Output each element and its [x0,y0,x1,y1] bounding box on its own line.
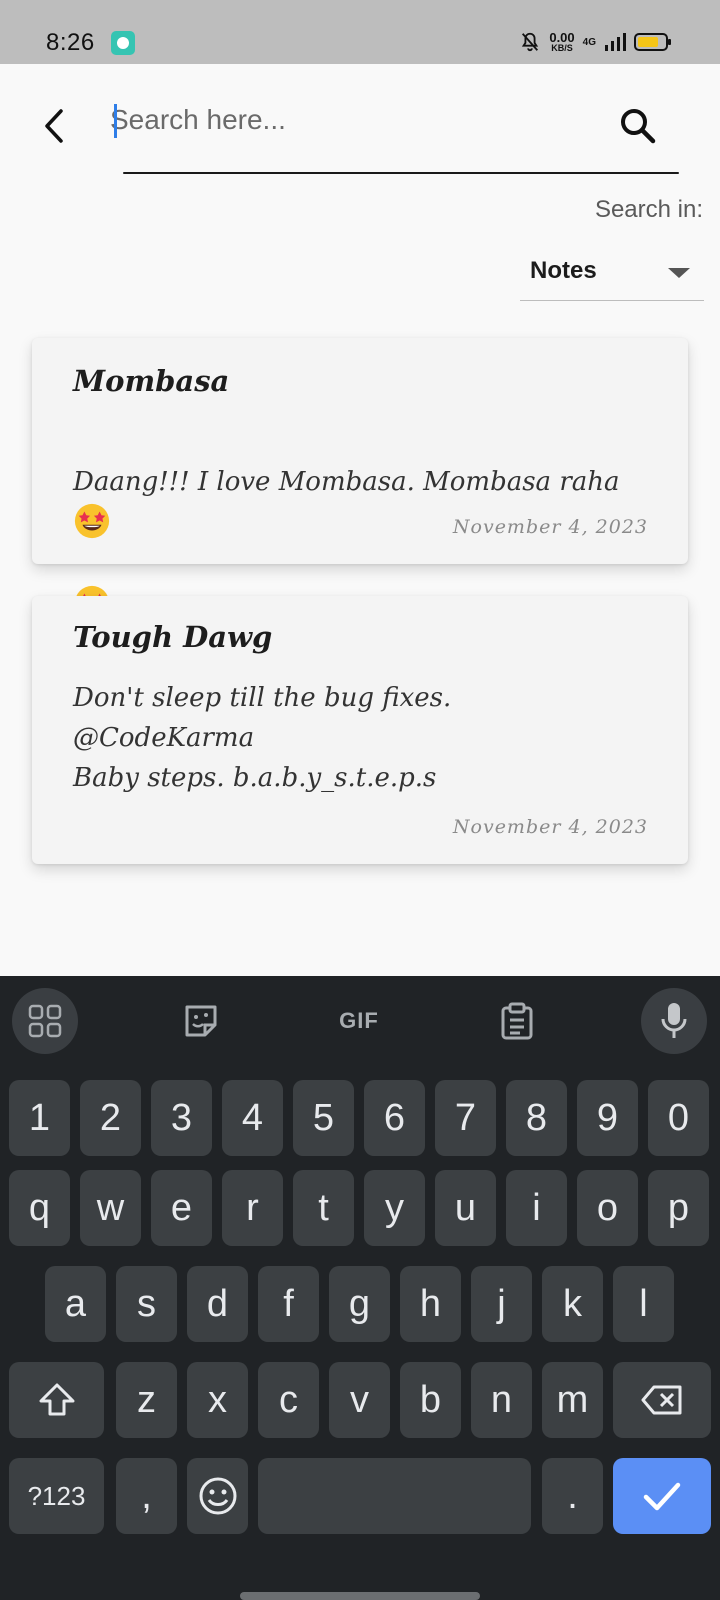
key-q[interactable]: q [9,1170,70,1246]
key-6[interactable]: 6 [364,1080,425,1156]
dropdown-underline [520,300,704,301]
key-s[interactable]: s [116,1266,177,1342]
key-5[interactable]: 5 [293,1080,354,1156]
search-input[interactable] [110,95,580,145]
key-l[interactable]: l [613,1266,674,1342]
checkmark-icon [643,1482,681,1511]
key-0[interactable]: 0 [648,1080,709,1156]
text-cursor [114,104,117,138]
key-p[interactable]: p [648,1170,709,1246]
sticker-icon [185,1005,217,1037]
back-arrow-icon [45,109,63,143]
clipboard-button[interactable] [484,988,550,1054]
note-body: Don't sleep till the bug fixes. @CodeKar… [73,683,452,793]
sticker-button[interactable] [168,988,234,1054]
gesture-nav-bar [240,1592,480,1600]
shift-key[interactable] [9,1362,104,1438]
backspace-icon [641,1385,682,1415]
key-c[interactable]: c [258,1362,319,1438]
key-4[interactable]: 4 [222,1080,283,1156]
signal-icon [605,33,626,51]
search-icon [621,109,656,144]
key-y[interactable]: y [364,1170,425,1246]
key-w[interactable]: w [80,1170,141,1246]
clipboard-icon [501,1002,533,1040]
note-date: November 4, 2023 [452,516,648,538]
search-scope-dropdown[interactable]: Notes [520,253,704,301]
status-right-group: 0.00 KB/S 4G [519,28,671,56]
network-speed-unit: KB/S [551,43,573,53]
battery-level [638,37,658,47]
symbols-key[interactable]: ?123 [9,1458,104,1534]
key-v[interactable]: v [329,1362,390,1438]
key-8[interactable]: 8 [506,1080,567,1156]
key-3[interactable]: 3 [151,1080,212,1156]
key-k[interactable]: k [542,1266,603,1342]
smiley-icon [199,1477,236,1515]
status-time: 8:26 [46,29,95,56]
comma-key[interactable]: , [116,1458,177,1534]
star-struck-emoji-icon [74,503,110,539]
note-card[interactable]: Mombasa Daang!!! I love Mombasa. Mombasa… [32,338,688,621]
key-h[interactable]: h [400,1266,461,1342]
key-n[interactable]: n [471,1362,532,1438]
key-g[interactable]: g [329,1266,390,1342]
key-f[interactable]: f [258,1266,319,1342]
note-card[interactable]: Tough Dawg Don't sleep till the bug fixe… [32,596,688,864]
key-m[interactable]: m [542,1362,603,1438]
apps-grid-icon [28,1004,62,1038]
bell-muted-icon [522,32,539,52]
back-button[interactable] [36,104,72,148]
note-title: Tough Dawg [73,620,273,654]
key-t[interactable]: t [293,1170,354,1246]
key-9[interactable]: 9 [577,1080,638,1156]
key-z[interactable]: z [116,1362,177,1438]
space-key[interactable] [258,1458,531,1534]
key-j[interactable]: j [471,1266,532,1342]
dropdown-arrow-icon [668,268,690,278]
key-e[interactable]: e [151,1170,212,1246]
search-field[interactable] [110,95,580,145]
key-b[interactable]: b [400,1362,461,1438]
gif-label: GIF [339,1008,379,1033]
app-notification-icon [111,31,135,55]
apps-grid-button[interactable] [12,988,78,1054]
emoji-key[interactable] [187,1458,248,1534]
key-2[interactable]: 2 [80,1080,141,1156]
dropdown-selected-value: Notes [530,257,597,284]
note-date: November 4, 2023 [452,816,648,838]
network-type: 4G [582,36,596,48]
key-7[interactable]: 7 [435,1080,496,1156]
key-1[interactable]: 1 [9,1080,70,1156]
period-key[interactable]: . [542,1458,603,1534]
key-r[interactable]: r [222,1170,283,1246]
key-d[interactable]: d [187,1266,248,1342]
key-i[interactable]: i [506,1170,567,1246]
backspace-key[interactable] [613,1362,711,1438]
status-bar: 8:26 0.00 KB/S 4G [0,0,720,64]
voice-input-button[interactable] [641,988,707,1054]
note-title: Mombasa [73,364,230,398]
search-button[interactable] [616,104,660,148]
search-in-label: Search in: [594,196,703,223]
enter-key[interactable] [613,1458,711,1534]
microphone-icon [661,1003,687,1038]
keyboard-toolbar: GIF [0,976,720,1056]
key-a[interactable]: a [45,1266,106,1342]
key-u[interactable]: u [435,1170,496,1246]
key-o[interactable]: o [577,1170,638,1246]
shift-arrow-icon [39,1383,74,1416]
note-body-text: Daang!!! I love Mombasa. Mombasa raha [73,467,620,497]
gif-button[interactable]: GIF [326,988,392,1054]
on-screen-keyboard: GIF 1 2 3 4 5 6 7 8 9 0 q w e r t y u i … [0,976,720,1600]
search-underline [123,172,679,174]
battery-icon [634,33,671,51]
key-x[interactable]: x [187,1362,248,1438]
network-speed: 0.00 KB/S [549,31,574,53]
